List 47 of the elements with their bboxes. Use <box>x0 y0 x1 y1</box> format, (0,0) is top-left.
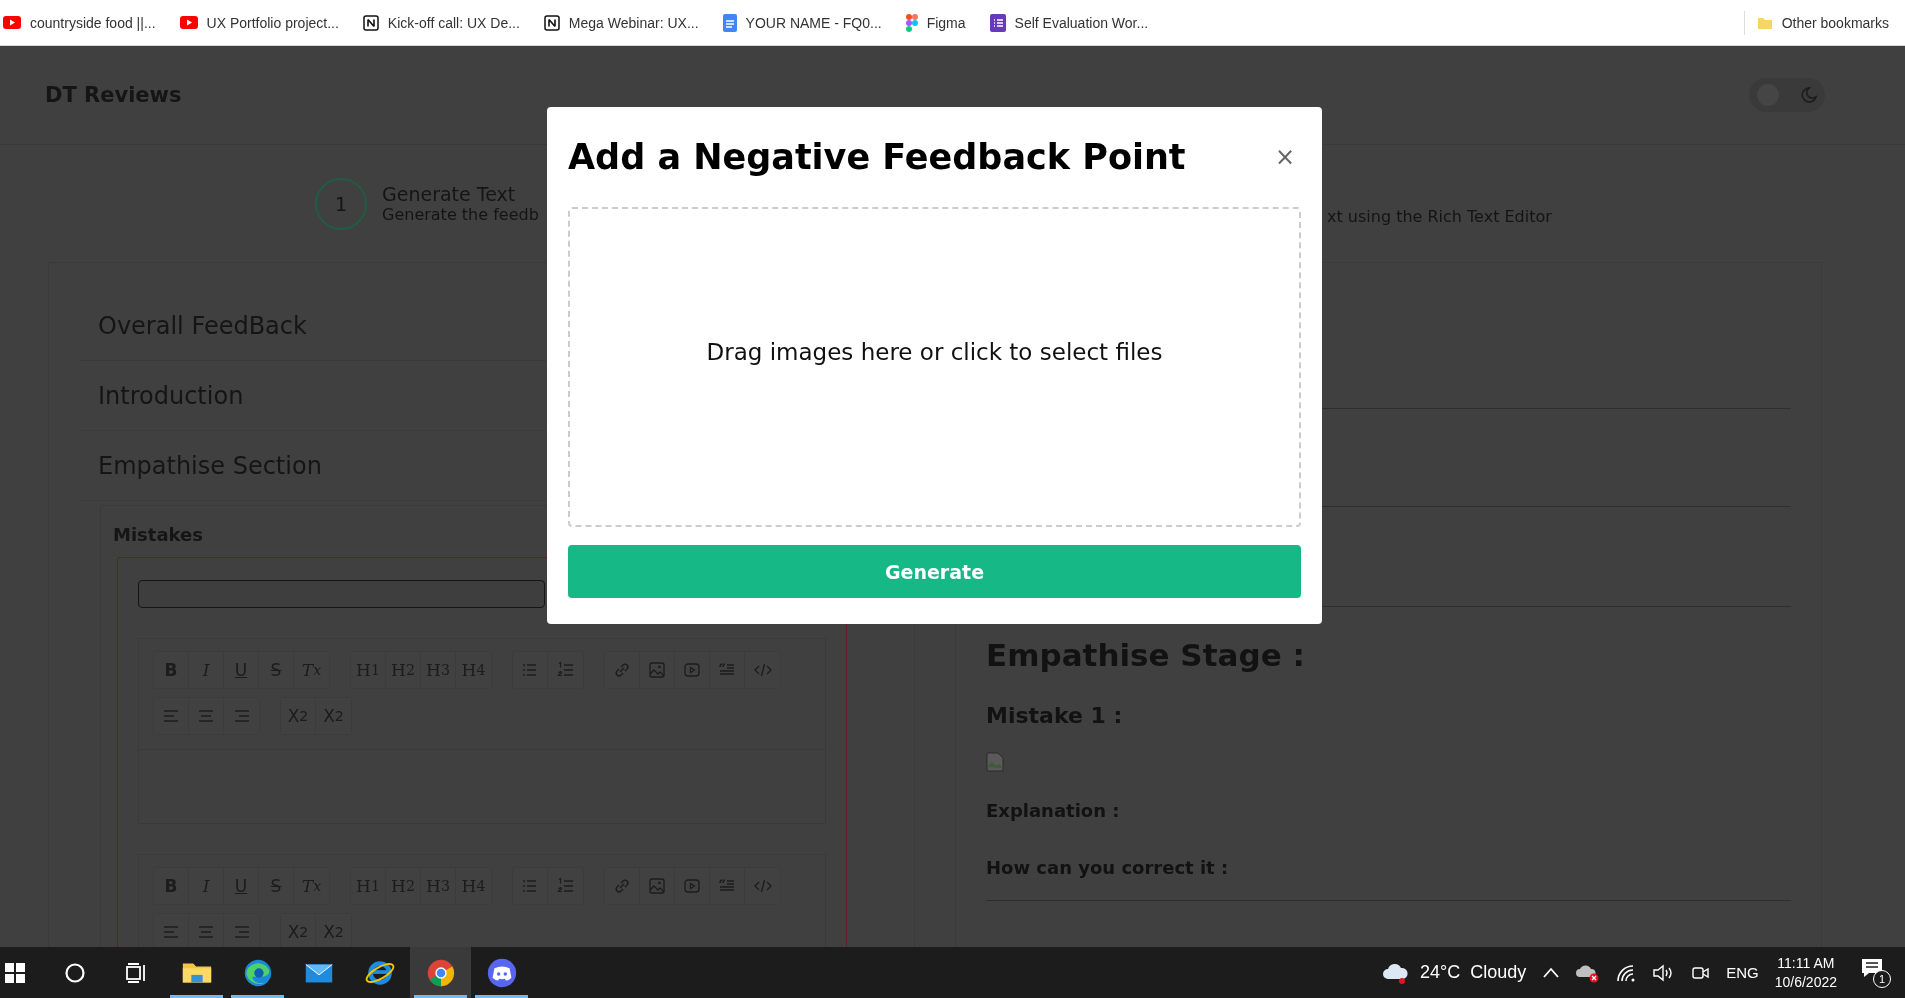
align-left-icon-button[interactable] <box>154 914 189 947</box>
bookmark[interactable]: countryside food ||... <box>3 14 156 31</box>
notifications-button[interactable]: 1 <box>1861 957 1891 988</box>
clock[interactable]: 11:11 AM 10/6/2022 <box>1774 953 1837 992</box>
theme-toggle[interactable] <box>1749 78 1825 112</box>
page-icon <box>543 14 560 31</box>
image-icon <box>647 876 667 896</box>
video-icon <box>682 660 702 680</box>
link-icon-button[interactable] <box>605 652 640 688</box>
form-icon <box>989 13 1006 32</box>
temperature: 24°C <box>1419 962 1461 983</box>
link-icon-button[interactable] <box>605 868 640 904</box>
wifi-icon[interactable] <box>1616 963 1637 982</box>
bookmark[interactable]: UX Portfolio project... <box>179 14 339 31</box>
broken-image-icon <box>986 752 1004 772</box>
search-icon <box>63 961 86 984</box>
align-left-icon-button[interactable] <box>154 698 189 734</box>
taskbar-app[interactable] <box>410 947 471 998</box>
close-button[interactable]: × <box>1268 143 1301 171</box>
notification-count: 1 <box>1873 969 1891 988</box>
cloud-error-icon[interactable] <box>1576 962 1601 983</box>
video-icon <box>682 876 702 896</box>
bookmark[interactable]: Self Evaluation Wor... <box>989 13 1149 32</box>
bullet-list-icon-button[interactable] <box>513 652 548 688</box>
generate-button[interactable]: Generate <box>568 545 1301 598</box>
language-indicator[interactable]: ENG <box>1726 964 1759 981</box>
video-play-icon <box>3 16 21 29</box>
weather-widget[interactable]: 24°C Cloudy <box>1381 960 1527 985</box>
video-play-icon <box>179 16 198 29</box>
image-icon <box>647 660 667 680</box>
input-field[interactable] <box>138 580 545 608</box>
page-icon <box>362 14 379 31</box>
task-view-icon <box>124 961 147 984</box>
bookmark[interactable]: Kick-off call: UX De... <box>362 14 520 31</box>
volume-icon[interactable] <box>1652 963 1675 982</box>
shapes-icon <box>905 13 918 32</box>
bookmark[interactable]: Mega Webinar: UX... <box>543 14 699 31</box>
windows-icon <box>5 962 25 983</box>
chevron-up-icon[interactable] <box>1542 966 1561 979</box>
document-icon <box>722 13 737 32</box>
dialog-title: Add a Negative Feedback Point <box>568 137 1186 177</box>
bookmark[interactable]: YOUR NAME - FQ0... <box>722 13 882 32</box>
bookmark-folder[interactable]: Other bookmarks <box>1756 14 1889 31</box>
weather-condition: Cloudy <box>1470 962 1527 983</box>
bookmark[interactable]: Figma <box>905 13 966 32</box>
file-drop-zone[interactable]: Drag images here or click to select files <box>568 207 1301 527</box>
bullet-list-icon-button[interactable] <box>513 868 548 904</box>
